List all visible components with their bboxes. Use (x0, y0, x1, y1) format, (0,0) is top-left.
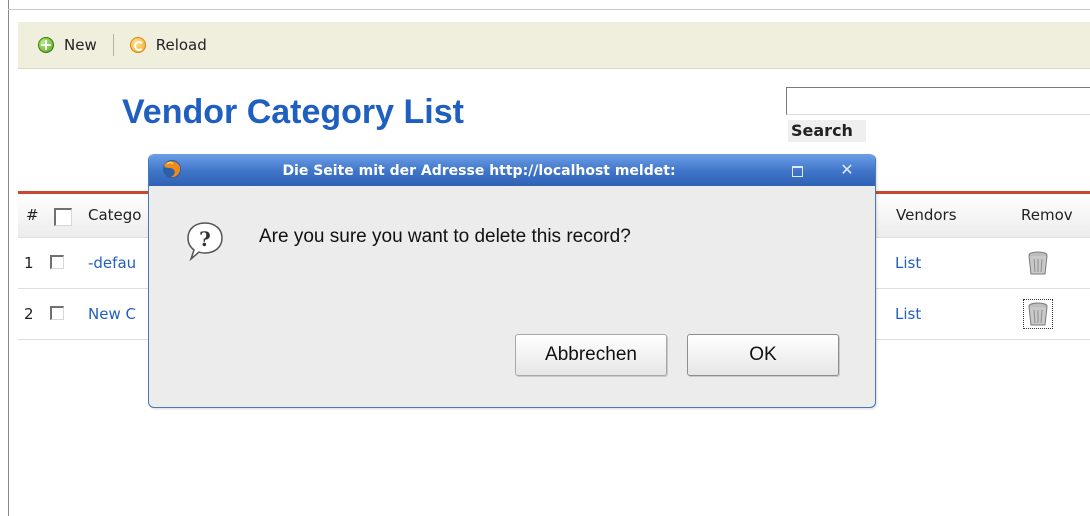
reload-icon (129, 37, 146, 53)
row-index: 2 (24, 305, 34, 323)
add-circle-icon (38, 37, 54, 53)
row-index: 1 (24, 254, 34, 272)
vendors-list-link[interactable]: List (895, 238, 921, 288)
col-header-category[interactable]: Catego (88, 194, 141, 237)
toolbar: New Reload (18, 22, 1090, 69)
category-link[interactable]: New C (88, 289, 136, 339)
confirm-dialog: Die Seite mit der Adresse http://localho… (148, 154, 876, 408)
trash-can-icon[interactable] (1025, 250, 1051, 276)
col-header-index: # (26, 206, 39, 224)
search-input[interactable] (786, 87, 1090, 115)
firefox-icon (163, 160, 181, 178)
category-link[interactable]: -defau (88, 238, 136, 288)
left-border (8, 0, 9, 516)
cancel-button[interactable]: Abbrechen (515, 334, 667, 376)
col-header-vendors: Vendors (896, 206, 957, 224)
dialog-titlebar[interactable]: Die Seite mit der Adresse http://localho… (149, 154, 875, 186)
vendors-list-link[interactable]: List (895, 289, 921, 339)
reload-button-label: Reload (155, 36, 207, 54)
dialog-message: Are you sure you want to delete this rec… (259, 226, 631, 247)
page-title: Vendor Category List (122, 93, 464, 131)
new-button[interactable]: New (38, 33, 97, 57)
search-label: Search (788, 120, 866, 142)
trash-can-icon[interactable] (1023, 299, 1053, 329)
top-border (8, 9, 1090, 10)
page-frame: New Reload Vendor Category List Search #… (0, 0, 1090, 516)
toolbar-separator (112, 34, 114, 56)
close-icon[interactable]: ✕ (837, 159, 857, 181)
dialog-title: Die Seite mit der Adresse http://localho… (282, 163, 676, 179)
row-checkbox[interactable] (50, 306, 64, 320)
maximize-icon[interactable] (792, 166, 803, 177)
new-button-label: New (64, 36, 97, 54)
question-bubble-icon: ? (187, 222, 223, 262)
row-checkbox[interactable] (50, 255, 64, 269)
reload-button[interactable]: Reload (129, 33, 207, 57)
select-all-checkbox[interactable] (54, 208, 72, 226)
svg-text:?: ? (199, 227, 211, 251)
ok-button[interactable]: OK (687, 334, 839, 376)
col-header-remove: Remov (1021, 206, 1073, 224)
